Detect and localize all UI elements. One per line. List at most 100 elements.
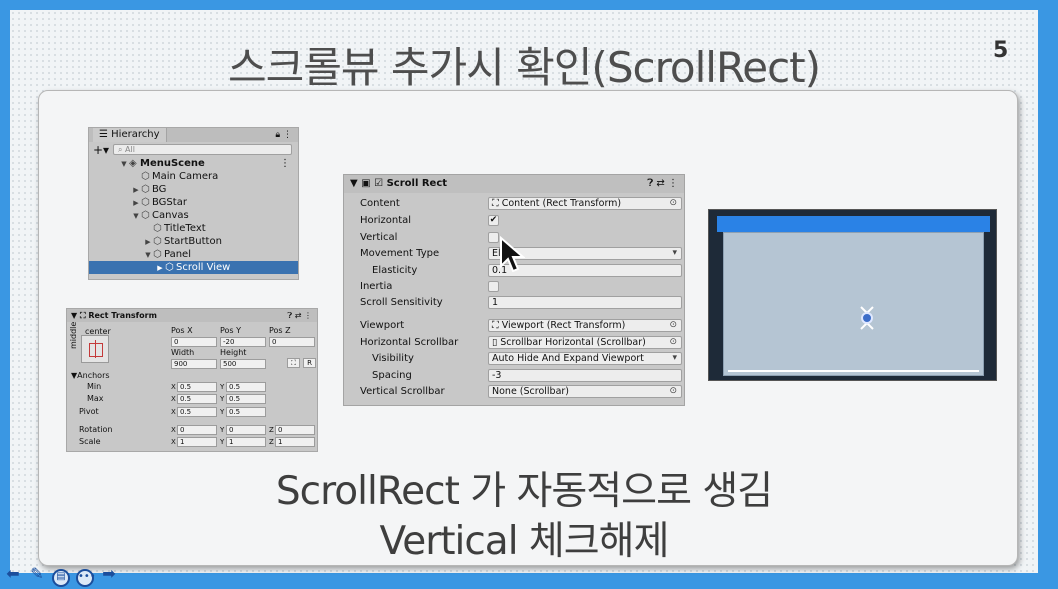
width-field[interactable]: 900: [171, 359, 217, 369]
vertical-checkbox[interactable]: [488, 232, 499, 243]
scale-x-field[interactable]: 1: [177, 437, 217, 447]
more-options-icon[interactable]: ⋮: [283, 130, 292, 140]
hierarchy-item[interactable]: ▼ ⬡ Panel: [89, 248, 298, 261]
slide-title: 스크롤뷰 추가시 확인(ScrollRect): [227, 43, 821, 92]
horizontal-checkbox[interactable]: ✔: [488, 215, 499, 226]
hierarchy-item[interactable]: ▶ ⬡ Scroll View: [89, 261, 298, 274]
lock-icon[interactable]: 🔒︎: [275, 130, 280, 140]
object-picker-icon[interactable]: ⊙: [669, 198, 677, 209]
hierarchy-item[interactable]: ⬡ Main Camera: [89, 170, 298, 183]
hierarchy-item[interactable]: ▶ ⬡ BG: [89, 183, 298, 196]
anchors-min-x-field[interactable]: 0.5: [177, 382, 217, 392]
hierarchy-item[interactable]: ▼ ◈ MenuScene ⋮: [89, 157, 298, 170]
hierarchy-search-placeholder: All: [125, 145, 135, 154]
height-label: Height: [220, 348, 247, 357]
spacing-row: Spacing -3: [344, 368, 686, 384]
more-options-button[interactable]: •••: [74, 563, 96, 587]
spacing-field[interactable]: -3: [488, 369, 682, 382]
pos-x-field[interactable]: 0: [171, 337, 217, 347]
hierarchy-item-label: BG: [152, 184, 167, 195]
blueprint-mode-button[interactable]: ⛶: [287, 358, 300, 368]
height-field[interactable]: 500: [220, 359, 266, 369]
add-object-button[interactable]: +▾: [93, 143, 113, 157]
x-axis-label: X: [171, 395, 176, 403]
pos-z-field[interactable]: 0: [269, 337, 315, 347]
foldout-arrow-icon[interactable]: ▼: [350, 178, 358, 189]
more-options-icon[interactable]: ⋮: [304, 311, 312, 320]
rect-transform-header[interactable]: ▼ ⛶ Rect Transform ❓︎ ⇄ ⋮: [67, 309, 317, 322]
rotation-x-field[interactable]: 0: [177, 425, 217, 435]
visibility-dropdown[interactable]: Auto Hide And Expand Viewport ▾: [488, 352, 682, 365]
anchors-max-x-field[interactable]: 0.5: [177, 394, 217, 404]
slides-grid-button[interactable]: ▤: [50, 563, 72, 587]
hierarchy-item[interactable]: ▶ ⬡ StartButton: [89, 235, 298, 248]
hierarchy-tab[interactable]: ☰ Hierarchy: [93, 128, 167, 142]
scene-scrollview-topbar: [717, 216, 990, 232]
anchor-preset-button[interactable]: [81, 335, 109, 363]
help-icon[interactable]: ❓︎: [287, 311, 292, 320]
next-slide-button[interactable]: ➡: [98, 563, 120, 585]
anchors-min-y-field[interactable]: 0.5: [226, 382, 266, 392]
x-axis-label: X: [171, 383, 176, 391]
foldout-arrow-icon[interactable]: ▼: [71, 311, 77, 320]
pen-tool-button[interactable]: ✎: [26, 563, 48, 585]
vertical-scrollbar-row: Vertical Scrollbar None (Scrollbar) ⊙: [344, 384, 686, 400]
collapsed-arrow-icon[interactable]: ▶: [155, 262, 165, 275]
object-picker-icon[interactable]: ⊙: [669, 337, 677, 348]
object-picker-icon[interactable]: ⊙: [669, 320, 677, 331]
anchor-preset-v-label: middle: [69, 321, 78, 349]
raw-edit-button[interactable]: R: [303, 358, 316, 368]
scale-label: Scale: [79, 437, 101, 446]
list-icon: ☰: [99, 129, 112, 140]
preset-icon[interactable]: ⇄: [656, 178, 664, 189]
gameobject-cube-icon: ⬡: [153, 236, 162, 247]
previous-slide-button[interactable]: ⬅: [2, 563, 24, 585]
scroll-sensitivity-field[interactable]: 1: [488, 296, 682, 309]
caption-line-1: ScrollRect 가 자동적으로 생김: [275, 469, 773, 514]
more-options-icon[interactable]: ⋮: [280, 157, 290, 170]
hierarchy-item-label: StartButton: [164, 236, 222, 247]
anchors-max-label: Max: [87, 394, 104, 403]
hierarchy-item[interactable]: ▶ ⬡ BGStar: [89, 196, 298, 209]
anchors-max-y-field[interactable]: 0.5: [226, 394, 266, 404]
hierarchy-item[interactable]: ▼ ⬡ Canvas: [89, 209, 298, 222]
pivot-gizmo-icon[interactable]: [852, 303, 882, 333]
scroll-rect-header[interactable]: ▼ ▣ ☑ Scroll Rect ❓︎ ⇄ ⋮: [344, 175, 684, 193]
component-enabled-checkbox[interactable]: ☑: [374, 178, 383, 189]
more-options-icon[interactable]: ⋮: [668, 178, 678, 189]
component-tools: ❓︎ ⇄ ⋮: [647, 175, 678, 193]
hierarchy-item[interactable]: ⬡ TitleText: [89, 222, 298, 235]
pivot-y-field[interactable]: 0.5: [226, 407, 266, 417]
hierarchy-tree: ▼ ◈ MenuScene ⋮ ⬡ Main Camera ▶ ⬡ BG ▶ ⬡ BGStar ▼ ⬡ Ca…: [89, 157, 298, 274]
hierarchy-item-label: Scroll View: [176, 262, 231, 273]
pivot-x-field[interactable]: 0.5: [177, 407, 217, 417]
vertical-scrollbar-value: None (Scrollbar): [492, 386, 570, 397]
rotation-y-field[interactable]: 0: [226, 425, 266, 435]
anchors-foldout[interactable]: ▼Anchors: [71, 371, 110, 380]
hierarchy-item-label: MenuScene: [140, 158, 205, 169]
rotation-z-field[interactable]: 0: [275, 425, 315, 435]
gameobject-cube-icon: ⬡: [153, 223, 162, 234]
scene-view[interactable]: [708, 209, 997, 381]
scroll-sensitivity-label: Scroll Sensitivity: [360, 297, 443, 308]
help-icon[interactable]: ❓︎: [647, 178, 653, 189]
inertia-label: Inertia: [360, 281, 393, 292]
vertical-scrollbar-object-field[interactable]: None (Scrollbar) ⊙: [488, 385, 682, 398]
content-object-field[interactable]: ⛶ Content (Rect Transform) ⊙: [488, 197, 682, 210]
viewport-value: Viewport (Rect Transform): [501, 320, 626, 331]
object-picker-icon[interactable]: ⊙: [669, 386, 677, 397]
scale-z-field[interactable]: 1: [275, 437, 315, 447]
unity-scene-icon: ◈: [129, 158, 137, 169]
visibility-label: Visibility: [372, 353, 414, 364]
preset-icon[interactable]: ⇄: [295, 311, 302, 320]
hierarchy-search-input[interactable]: ⌕ All: [113, 144, 292, 155]
pos-y-field[interactable]: -20: [220, 337, 266, 347]
arrow-left-icon: ⬅: [6, 564, 20, 583]
inertia-checkbox[interactable]: [488, 281, 499, 292]
horizontal-scrollbar-object-field[interactable]: ▯ Scrollbar Horizontal (Scrollbar) ⊙: [488, 336, 682, 349]
ellipsis-icon: •••: [76, 569, 96, 587]
x-axis-label: X: [171, 408, 176, 416]
scale-y-field[interactable]: 1: [226, 437, 266, 447]
content-row: Content ⛶ Content (Rect Transform) ⊙: [344, 196, 686, 212]
viewport-object-field[interactable]: ⛶ Viewport (Rect Transform) ⊙: [488, 319, 682, 332]
